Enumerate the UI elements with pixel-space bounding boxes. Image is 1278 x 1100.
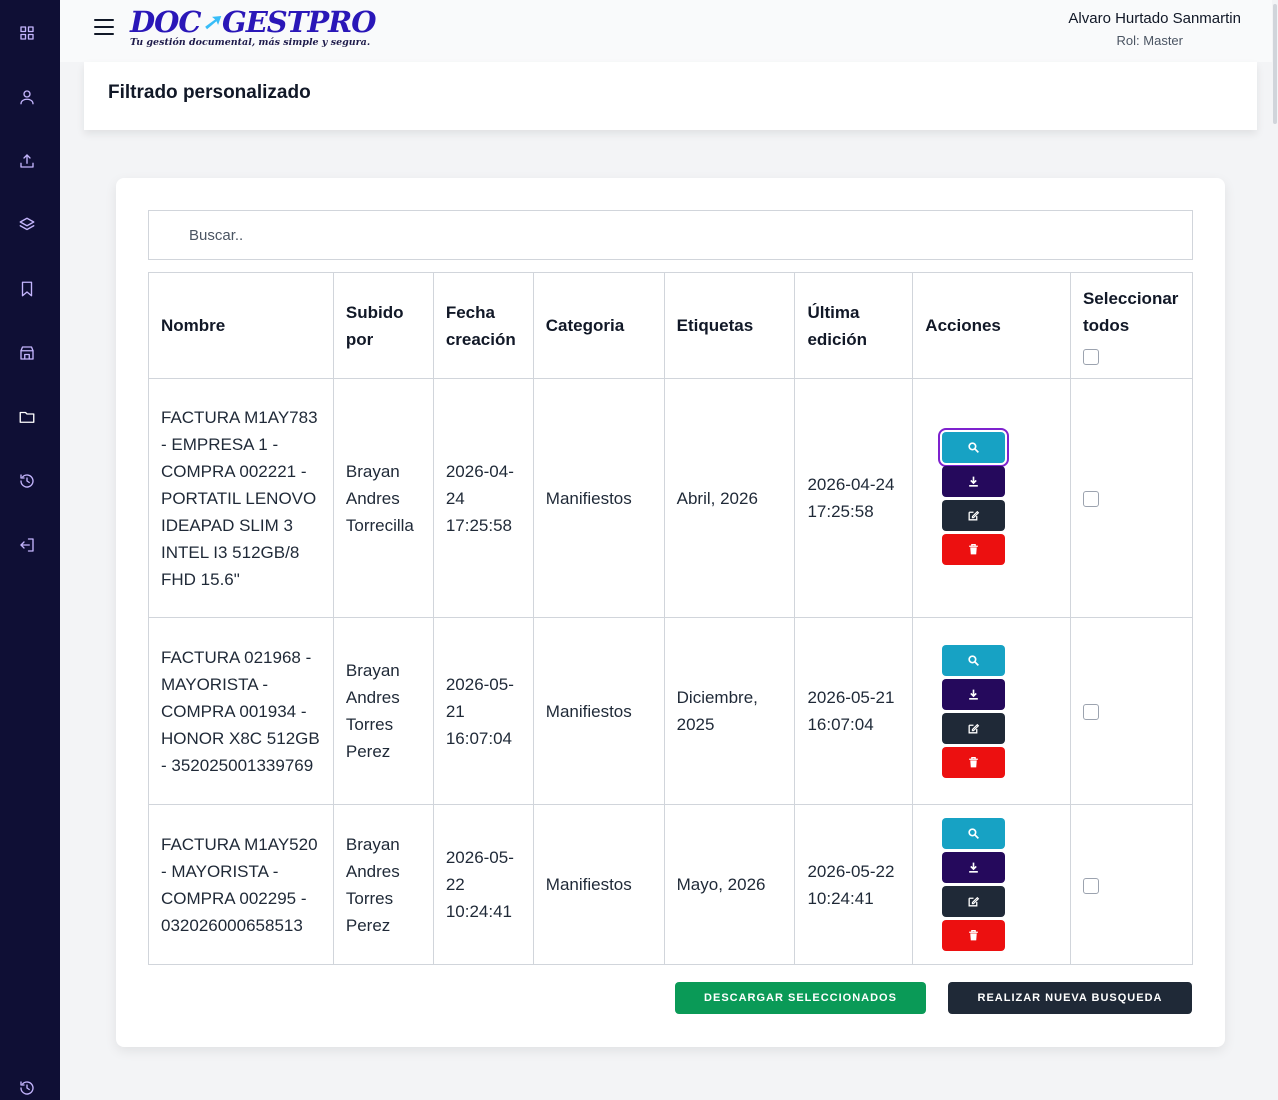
search-icon [968, 441, 980, 453]
header-edited[interactable]: Última edición [794, 272, 914, 379]
logo-text-left: DOC [130, 5, 201, 39]
download-icon [969, 476, 979, 487]
cell-name: FACTURA M1AY520 - MAYORISTA - COMPRA 002… [148, 804, 334, 965]
download-button[interactable] [942, 465, 1006, 497]
store-icon[interactable] [16, 342, 38, 364]
trash-icon [969, 543, 979, 554]
cell-category: Manifiestos [532, 804, 665, 965]
layers-icon[interactable] [16, 214, 38, 236]
search-icon [968, 828, 980, 839]
results-card: Nombre Subido por Fecha creación Categor… [116, 178, 1225, 1047]
row-checkbox[interactable] [1082, 491, 1099, 508]
view-button[interactable] [942, 644, 1006, 676]
cell-actions [912, 378, 1071, 618]
history-icon[interactable] [16, 470, 38, 492]
edit-icon [968, 723, 980, 733]
cell-created: 2026-04-24 17:25:58 [432, 378, 534, 618]
cell-created: 2026-05-22 10:24:41 [432, 804, 534, 965]
header-category[interactable]: Categoria [532, 272, 665, 379]
download-selected-button[interactable]: DESCARGAR SELECCIONADOS [675, 982, 926, 1014]
delete-button[interactable] [942, 920, 1006, 951]
dashboard-icon[interactable] [16, 22, 38, 44]
user-name[interactable]: Alvaro Hurtado Sanmartin [1068, 10, 1241, 27]
logout-icon[interactable] [16, 534, 38, 556]
search-box[interactable] [148, 210, 1193, 260]
cell-select [1069, 378, 1194, 618]
header-select-all: Seleccionar todos [1069, 272, 1194, 379]
logo-text-right: GESTPRO [221, 5, 377, 39]
delete-button[interactable] [942, 746, 1006, 778]
documents-table: Nombre Subido por Fecha creación Categor… [148, 272, 1194, 965]
cell-select [1069, 617, 1194, 805]
cell-name: FACTURA 021968 - MAYORISTA - COMPRA 0019… [148, 617, 334, 805]
table-header-row: Nombre Subido por Fecha creación Categor… [148, 272, 1194, 379]
download-button[interactable] [942, 852, 1006, 883]
sidebar [0, 0, 60, 1100]
download-icon [969, 862, 979, 873]
cell-created: 2026-05-21 16:07:04 [432, 617, 534, 805]
cell-uploaded-by: Brayan Andres Torres Perez [332, 804, 434, 965]
hamburger-menu-icon[interactable] [94, 19, 114, 37]
app-logo[interactable]: DOC ➚ GESTPRO Tu gestión documental, más… [130, 5, 376, 52]
edit-icon [968, 510, 980, 520]
logo-swoosh-icon: ➚ [202, 9, 221, 35]
view-button[interactable] [942, 818, 1006, 849]
row-checkbox[interactable] [1082, 704, 1099, 721]
trash-icon [969, 756, 979, 767]
cell-category: Manifiestos [532, 617, 665, 805]
download-button[interactable] [942, 678, 1006, 710]
cell-tags: Diciembre, 2025 [663, 617, 796, 805]
cell-category: Manifiestos [532, 378, 665, 618]
table-row: FACTURA M1AY520 - MAYORISTA - COMPRA 002… [148, 804, 1194, 965]
cell-actions [912, 617, 1071, 805]
page-scrollbar[interactable] [1272, 0, 1278, 1100]
trash-icon [969, 929, 979, 941]
bookmark-icon[interactable] [16, 278, 38, 300]
cell-tags: Abril, 2026 [663, 378, 796, 618]
new-search-button[interactable]: REALIZAR NUEVA BUSQUEDA [948, 982, 1192, 1014]
folder-icon[interactable] [16, 406, 38, 428]
cell-uploaded-by: Brayan Andres Torrecilla [332, 378, 434, 618]
header-created[interactable]: Fecha creación [432, 272, 534, 379]
upload-icon[interactable] [16, 150, 38, 172]
edit-icon [968, 896, 980, 907]
search-input[interactable] [149, 211, 1192, 259]
delete-button[interactable] [942, 533, 1006, 565]
header-tags[interactable]: Etiquetas [663, 272, 796, 379]
scrollbar-thumb[interactable] [1273, 4, 1277, 124]
header-name[interactable]: Nombre [148, 272, 334, 379]
view-button[interactable] [938, 427, 1010, 467]
download-icon [969, 689, 979, 700]
edit-button[interactable] [942, 886, 1006, 917]
page-title: Filtrado personalizado [108, 82, 311, 103]
search-icon [968, 654, 980, 666]
cell-tags: Mayo, 2026 [663, 804, 796, 965]
row-checkbox[interactable] [1082, 877, 1099, 894]
header-uploaded-by[interactable]: Subido por [332, 272, 434, 379]
cell-select [1069, 804, 1194, 965]
cell-actions [912, 804, 1071, 965]
user-icon[interactable] [16, 86, 38, 108]
header-actions: Acciones [912, 272, 1071, 379]
cell-name: FACTURA M1AY783 - EMPRESA 1 - COMPRA 002… [148, 378, 334, 618]
top-header: DOC ➚ GESTPRO Tu gestión documental, más… [60, 0, 1278, 62]
user-role: Rol: Master [1116, 33, 1183, 48]
select-all-label: Seleccionar todos [1082, 289, 1179, 335]
table-row: FACTURA 021968 - MAYORISTA - COMPRA 0019… [148, 617, 1194, 805]
history-icon-bottom[interactable] [16, 1077, 38, 1099]
cell-edited: 2026-05-22 10:24:41 [794, 804, 914, 965]
cell-edited: 2026-04-24 17:25:58 [794, 378, 914, 618]
page-title-card: Filtrado personalizado [84, 62, 1257, 130]
edit-button[interactable] [942, 712, 1006, 744]
cell-uploaded-by: Brayan Andres Torres Perez [332, 617, 434, 805]
select-all-checkbox[interactable] [1082, 348, 1099, 365]
cell-edited: 2026-05-21 16:07:04 [794, 617, 914, 805]
logo-tagline: Tu gestión documental, más simple y segu… [130, 37, 371, 48]
table-row: FACTURA M1AY783 - EMPRESA 1 - COMPRA 002… [148, 378, 1194, 618]
edit-button[interactable] [942, 499, 1006, 531]
